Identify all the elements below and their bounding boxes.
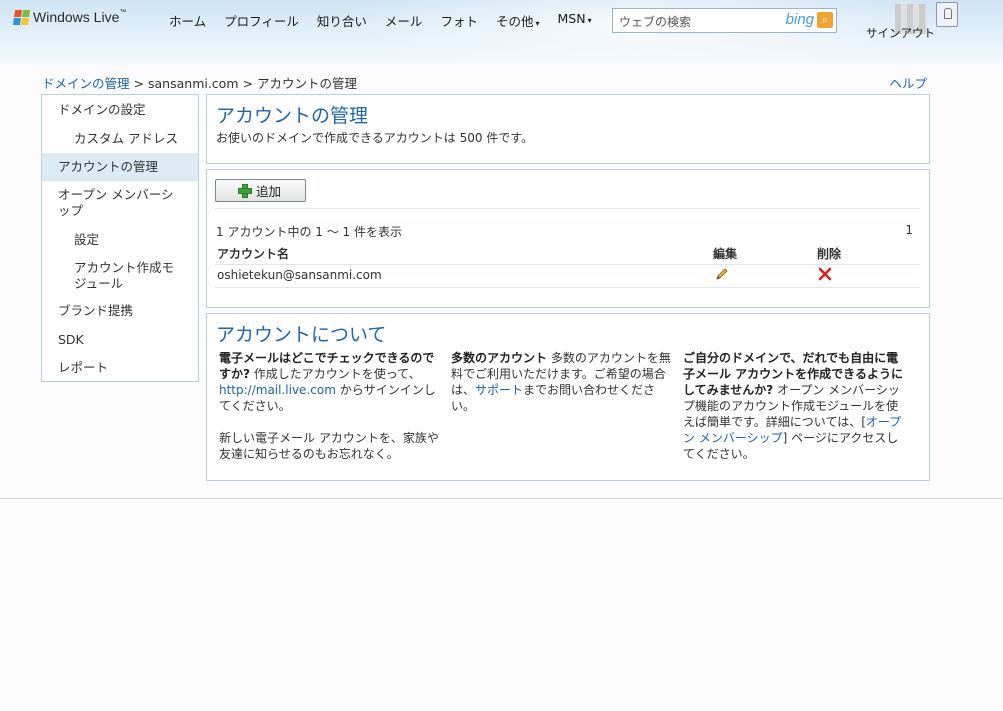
about-title: アカウントについて bbox=[216, 324, 387, 346]
search-box[interactable]: ウェブの検索 bing ⌕ bbox=[612, 8, 837, 33]
page-number[interactable]: 1 bbox=[905, 223, 913, 237]
plus-icon bbox=[238, 183, 252, 198]
breadcrumb-separator: > bbox=[133, 76, 144, 91]
breadcrumb-current: アカウントの管理 bbox=[257, 76, 358, 91]
about-panel: アカウントについて 電子メールはどこでチェックできるのですか? 作成したアカウン… bbox=[206, 313, 930, 481]
title-panel: アカウントの管理 お使いのドメインで作成できるアカウントは 500 件です。 bbox=[206, 94, 930, 164]
sidebar-item[interactable]: 設定 bbox=[42, 232, 198, 248]
sidebar-item[interactable]: オープン メンバーシップ bbox=[42, 187, 198, 219]
sidebar-item[interactable]: ブランド提携 bbox=[42, 303, 198, 319]
nav-item-label: プロフィール bbox=[224, 14, 299, 29]
nav-item-label: フォト bbox=[440, 14, 478, 29]
column-header-edit: 編集 bbox=[713, 247, 738, 261]
breadcrumb-link-domain-manage[interactable]: ドメインの管理 bbox=[42, 76, 130, 91]
sidebar-item[interactable]: レポート bbox=[42, 360, 198, 376]
footer-divider bbox=[0, 498, 1003, 499]
brand-name: Windows Live™ bbox=[33, 9, 127, 25]
sidebar-item[interactable]: ドメインの設定 bbox=[42, 102, 198, 118]
top-nav: ホーム プロフィール 知り合い メール フォト その他 ▾ MSN ▾ bbox=[169, 11, 610, 30]
nav-item[interactable]: メール bbox=[385, 11, 423, 30]
breadcrumb-separator: > bbox=[242, 76, 253, 91]
breadcrumb: ドメインの管理 > sansanmi.com > アカウントの管理 bbox=[42, 73, 357, 92]
account-name-cell: oshietekun@sansanmi.com bbox=[217, 268, 382, 282]
nav-item-label: メール bbox=[384, 14, 423, 29]
delete-x-icon[interactable] bbox=[818, 267, 832, 281]
help-link[interactable]: ヘルプ bbox=[889, 73, 927, 92]
about-col2-heading: 多数のアカウント bbox=[451, 351, 548, 365]
edit-pencil-icon[interactable] bbox=[715, 267, 729, 281]
nav-item[interactable]: MSN ▾ bbox=[557, 11, 591, 30]
page-description: お使いのドメインで作成できるアカウントは 500 件です。 bbox=[216, 131, 534, 145]
nav-item[interactable]: フォト bbox=[440, 11, 478, 30]
mail-live-link[interactable]: http://mail.live.com bbox=[219, 383, 336, 397]
sidebar-item[interactable]: アカウントの管理 bbox=[42, 153, 198, 181]
nav-item-label: ホーム bbox=[169, 14, 207, 29]
about-col1-para2: 新しい電子メール アカウントを、家族や友達に知らせるのもお忘れなく。 bbox=[219, 431, 439, 461]
lock-icon[interactable] bbox=[936, 2, 958, 27]
add-account-button[interactable]: 追加 bbox=[215, 179, 306, 202]
search-go-icon[interactable]: ⌕ bbox=[817, 12, 833, 28]
nav-item[interactable]: ホーム bbox=[169, 11, 206, 30]
about-column-open-membership: ご自分のドメインで、だれでも自由に電子メール アカウントを作成できるようにしてみ… bbox=[683, 350, 905, 462]
table-header-divider bbox=[215, 264, 920, 265]
about-col1-text: 作成したアカウントを使って、 bbox=[249, 367, 421, 381]
page-title: アカウントの管理 bbox=[216, 105, 369, 127]
support-link[interactable]: サポート bbox=[475, 383, 523, 397]
nav-item-label: その他 bbox=[495, 14, 534, 29]
sidebar-item[interactable]: カスタム アドレス bbox=[42, 131, 198, 147]
breadcrumb-domain: sansanmi.com bbox=[148, 76, 239, 91]
header-bar: Windows Live™ ホーム プロフィール 知り合い メール フォト その他 ▾ MSN… bbox=[0, 0, 1003, 66]
sign-in-link[interactable]: サインアウト bbox=[866, 25, 935, 41]
table-row-divider bbox=[215, 287, 920, 288]
chevron-down-icon: ▾ bbox=[587, 16, 592, 25]
accounts-panel: 追加 1 アカウント中の 1 ～ 1 件を表示 1 アカウント名 編集 削除 o… bbox=[206, 169, 930, 308]
about-column-email: 電子メールはどこでチェックできるのですか? 作成したアカウントを使って、http… bbox=[219, 350, 441, 462]
nav-item[interactable]: その他 ▾ bbox=[496, 11, 540, 30]
column-header-account: アカウント名 bbox=[217, 247, 290, 261]
nav-item[interactable]: 知り合い bbox=[317, 11, 367, 30]
nav-item-label: MSN bbox=[557, 11, 586, 26]
chevron-down-icon: ▾ bbox=[535, 19, 540, 28]
bing-logo: bing bbox=[785, 11, 814, 28]
result-range-text: 1 アカウント中の 1 ～ 1 件を表示 bbox=[216, 225, 402, 239]
sidebar-item[interactable]: アカウント作成モジュール bbox=[42, 260, 198, 292]
sidebar-item[interactable]: SDK bbox=[42, 332, 198, 348]
nav-item[interactable]: プロフィール bbox=[224, 11, 299, 30]
search-input[interactable]: ウェブの検索 bbox=[619, 13, 691, 30]
nav-item-label: 知り合い bbox=[316, 14, 367, 29]
sidebar: ドメインの設定 カスタム アドレスアカウントの管理オープン メンバーシップ設定アカ… bbox=[41, 94, 199, 382]
about-column-many-accounts: 多数のアカウント 多数のアカウントを無料でご利用いただけます。ご希望の場合は、サ… bbox=[451, 350, 673, 414]
windows-flag-icon bbox=[12, 9, 31, 25]
add-button-label: 追加 bbox=[256, 184, 282, 199]
divider bbox=[215, 208, 920, 209]
windows-live-logo[interactable]: Windows Live™ bbox=[12, 9, 127, 25]
column-header-delete: 削除 bbox=[817, 247, 842, 261]
